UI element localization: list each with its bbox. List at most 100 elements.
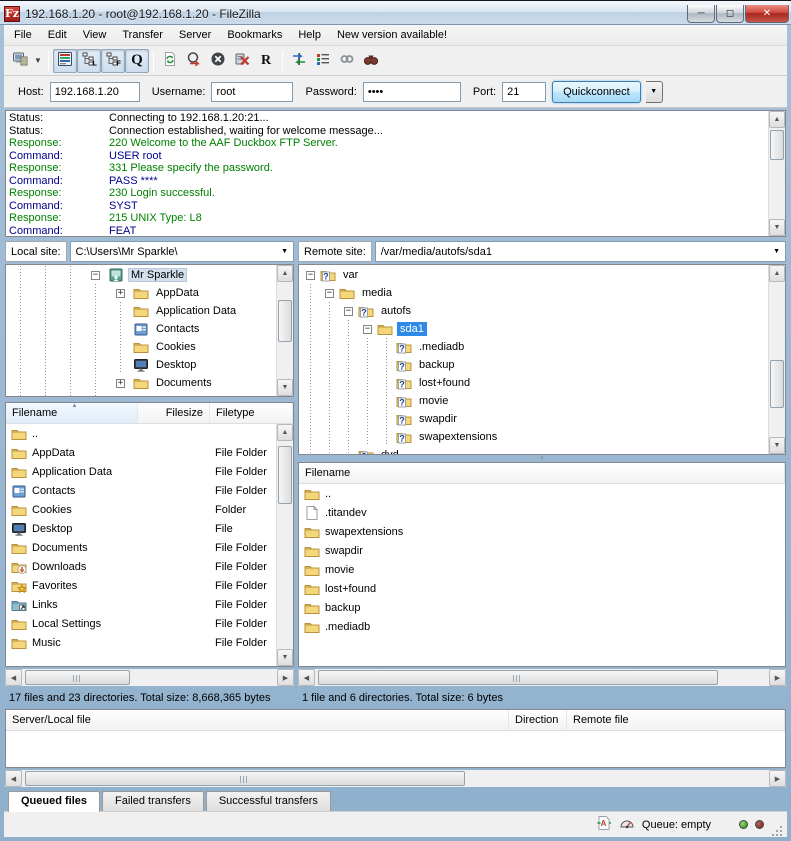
- scroll-left-icon[interactable]: ◀: [298, 669, 315, 686]
- toggle-local-tree-button[interactable]: L: [77, 49, 101, 73]
- column-header-filetype[interactable]: Filetype: [210, 403, 293, 423]
- file-row-movie[interactable]: movie: [299, 560, 785, 579]
- tree-item-dvd[interactable]: ?dvd: [301, 446, 767, 454]
- file-row-titandev[interactable]: .titandev: [299, 503, 785, 522]
- local-hscrollbar[interactable]: ◀ ▶: [5, 669, 294, 686]
- menu-item-view[interactable]: View: [75, 26, 115, 44]
- username-input[interactable]: [211, 82, 293, 102]
- remote-site-combobox[interactable]: /var/media/autofs/sda1▼: [375, 241, 786, 262]
- menu-item-file[interactable]: File: [6, 26, 40, 44]
- queue-hscrollbar[interactable]: ◀ ▶: [5, 770, 786, 787]
- scroll-up-icon[interactable]: ▲: [769, 265, 785, 282]
- tree-item-desktop[interactable]: Desktop: [8, 356, 275, 374]
- quickconnect-button[interactable]: Quickconnect: [552, 81, 641, 103]
- column-header-direction[interactable]: Direction: [509, 710, 567, 730]
- file-row-links[interactable]: LinksFile Folder: [6, 595, 293, 614]
- toggle-message-log-button[interactable]: [53, 49, 77, 73]
- collapse-icon[interactable]: −: [325, 289, 334, 298]
- chevron-down-icon[interactable]: ▼: [278, 248, 291, 255]
- file-row-mediadb[interactable]: .mediadb: [299, 617, 785, 636]
- column-header-filename[interactable]: Filename: [299, 463, 785, 483]
- file-row-downloads[interactable]: DownloadsFile Folder: [6, 557, 293, 576]
- file-row-lost-found[interactable]: lost+found: [299, 579, 785, 598]
- minimize-button[interactable]: ─: [687, 5, 715, 23]
- tree-item-swapdir[interactable]: ?swapdir: [301, 410, 767, 428]
- toggle-queue-button[interactable]: Q: [125, 49, 149, 73]
- column-header-remote-file[interactable]: Remote file: [567, 710, 785, 730]
- reconnect-button[interactable]: R: [254, 49, 278, 73]
- scroll-up-icon[interactable]: ▲: [769, 111, 785, 128]
- tree-item-autofs[interactable]: −?autofs: [301, 302, 767, 320]
- file-row-swapextensions[interactable]: swapextensions: [299, 522, 785, 541]
- collapse-icon[interactable]: −: [306, 271, 315, 280]
- menu-item-edit[interactable]: Edit: [40, 26, 75, 44]
- scroll-right-icon[interactable]: ▶: [277, 669, 294, 686]
- scroll-up-icon[interactable]: ▲: [277, 265, 293, 282]
- file-row-documents[interactable]: DocumentsFile Folder: [6, 538, 293, 557]
- directory-comparison-button[interactable]: [287, 49, 311, 73]
- column-header-filename[interactable]: Filename▲: [6, 403, 138, 423]
- collapse-icon[interactable]: −: [363, 325, 372, 334]
- remote-hscrollbar[interactable]: ◀ ▶: [298, 669, 786, 686]
- expand-icon[interactable]: +: [116, 379, 125, 388]
- menu-item-server[interactable]: Server: [171, 26, 219, 44]
- process-queue-button[interactable]: [182, 49, 206, 73]
- tree-item-contacts[interactable]: Contacts: [8, 320, 275, 338]
- tree-item-swapextensions[interactable]: ?swapextensions: [301, 428, 767, 446]
- file-row-application-data[interactable]: Application DataFile Folder: [6, 462, 293, 481]
- scroll-down-icon[interactable]: ▼: [277, 379, 293, 396]
- scroll-thumb[interactable]: [278, 446, 292, 504]
- close-button[interactable]: ✕: [745, 5, 789, 23]
- scroll-down-icon[interactable]: ▼: [277, 649, 293, 666]
- local-list-scrollbar[interactable]: ▲ ▼: [276, 424, 293, 666]
- menu-item-help[interactable]: Help: [290, 26, 329, 44]
- scroll-right-icon[interactable]: ▶: [769, 770, 786, 787]
- scroll-down-icon[interactable]: ▼: [769, 219, 785, 236]
- resize-grip[interactable]: [771, 825, 783, 837]
- tab-queued-files[interactable]: Queued files: [8, 791, 100, 812]
- tree-item-media[interactable]: −media: [301, 284, 767, 302]
- scroll-left-icon[interactable]: ◀: [5, 669, 22, 686]
- tree-item-appdata[interactable]: +AppData: [8, 284, 275, 302]
- scroll-thumb[interactable]: [25, 771, 465, 786]
- file-row-cookies[interactable]: CookiesFolder: [6, 500, 293, 519]
- file-row-music[interactable]: MusicFile Folder: [6, 633, 293, 652]
- title-bar[interactable]: Fz 192.168.1.20 - root@192.168.1.20 - Fi…: [0, 1, 791, 25]
- expand-icon[interactable]: +: [116, 289, 125, 298]
- maximize-button[interactable]: ◻: [716, 5, 744, 23]
- tab-failed-transfers[interactable]: Failed transfers: [102, 791, 204, 811]
- menu-item-new-version-available[interactable]: New version available!: [329, 26, 455, 44]
- collapse-icon[interactable]: −: [344, 307, 353, 316]
- disconnect-button[interactable]: [230, 49, 254, 73]
- find-files-button[interactable]: [359, 49, 383, 73]
- log-scrollbar[interactable]: ▲ ▼: [768, 111, 785, 236]
- scroll-thumb[interactable]: [278, 300, 292, 342]
- tree-item-movie[interactable]: ?movie: [301, 392, 767, 410]
- menu-item-transfer[interactable]: Transfer: [114, 26, 171, 44]
- collapse-icon[interactable]: −: [91, 271, 100, 280]
- tree-item-backup[interactable]: ?backup: [301, 356, 767, 374]
- password-input[interactable]: [363, 82, 461, 102]
- cancel-button[interactable]: [206, 49, 230, 73]
- site-manager-button[interactable]: [8, 49, 32, 73]
- tree-item-application-data[interactable]: Application Data: [8, 302, 275, 320]
- column-header-server-local-file[interactable]: Server/Local file: [6, 710, 509, 730]
- tree-item-downloads[interactable]: +Downloads: [8, 392, 275, 396]
- quickconnect-dropdown[interactable]: ▼: [646, 81, 663, 103]
- scroll-down-icon[interactable]: ▼: [769, 437, 785, 454]
- chevron-down-icon[interactable]: ▼: [770, 248, 783, 255]
- refresh-button[interactable]: [158, 49, 182, 73]
- port-input[interactable]: [502, 82, 546, 102]
- link-button[interactable]: [335, 49, 359, 73]
- host-input[interactable]: [50, 82, 140, 102]
- file-row-contacts[interactable]: ContactsFile Folder: [6, 481, 293, 500]
- tree-item-cookies[interactable]: Cookies: [8, 338, 275, 356]
- synchronized-browsing-button[interactable]: [311, 49, 335, 73]
- site-manager-dropdown[interactable]: ▼: [32, 50, 44, 72]
- scroll-thumb[interactable]: [25, 670, 130, 685]
- column-header-filesize[interactable]: Filesize: [138, 403, 210, 423]
- scroll-right-icon[interactable]: ▶: [769, 669, 786, 686]
- toggle-remote-tree-button[interactable]: F: [101, 49, 125, 73]
- scroll-thumb[interactable]: [318, 670, 718, 685]
- file-row-desktop[interactable]: DesktopFile: [6, 519, 293, 538]
